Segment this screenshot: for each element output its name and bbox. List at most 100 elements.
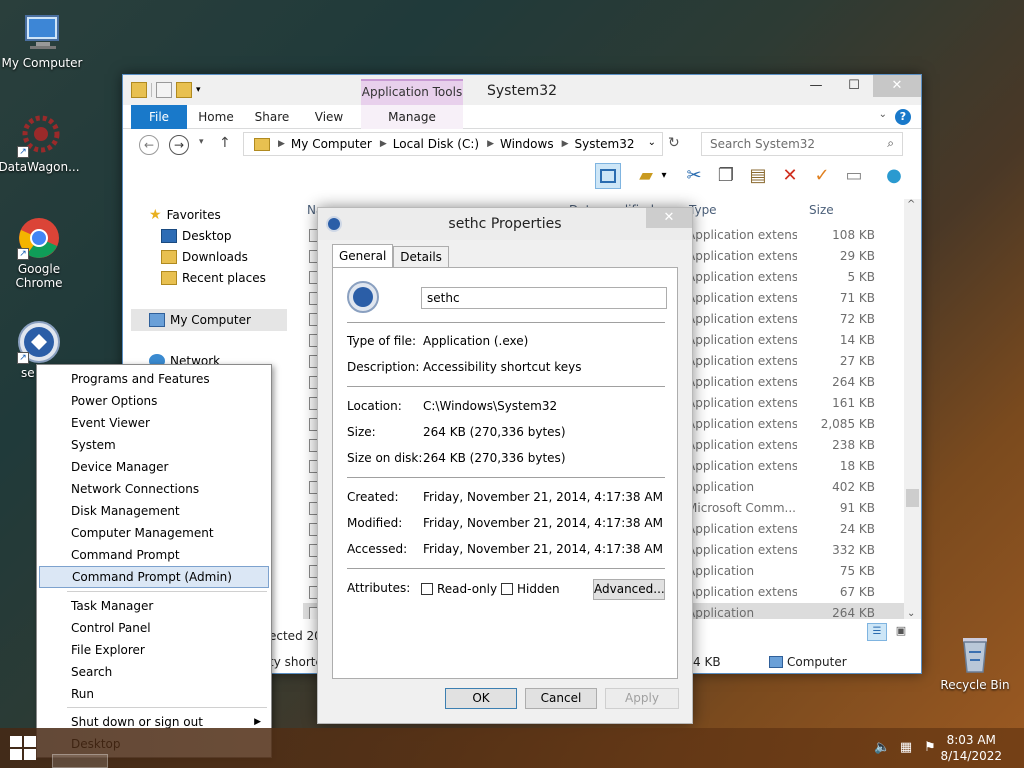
action-center-icon[interactable]: ⚑ xyxy=(922,740,938,756)
tab-manage[interactable]: Manage xyxy=(361,105,463,129)
desktop-icon-google-chrome[interactable]: ↗ Google Chrome xyxy=(0,216,81,290)
minimize-button[interactable]: — xyxy=(797,75,835,97)
paste-icon[interactable]: ▤ xyxy=(745,163,771,189)
menu-item-search[interactable]: Search xyxy=(39,661,269,683)
preview-pane-icon[interactable] xyxy=(595,163,621,189)
ribbon-expand-icon[interactable]: ⌄ xyxy=(879,109,887,120)
apply-button[interactable]: Apply xyxy=(605,688,679,709)
maximize-button[interactable]: ☐ xyxy=(835,75,873,97)
menu-item-event-viewer[interactable]: Event Viewer xyxy=(39,412,269,434)
cancel-button[interactable]: Cancel xyxy=(525,688,597,709)
nav-desktop[interactable]: Desktop xyxy=(161,226,232,246)
menu-item-programs-and-features[interactable]: Programs and Features xyxy=(39,368,269,390)
desktop-icon-recycle-bin[interactable]: Recycle Bin xyxy=(933,632,1017,692)
advanced-button[interactable]: Advanced... xyxy=(593,579,665,600)
nav-downloads[interactable]: Downloads xyxy=(161,247,248,267)
folder-check-icon[interactable]: ▰ xyxy=(633,163,659,189)
help-icon[interactable]: ? xyxy=(895,109,911,125)
menu-item-run[interactable]: Run xyxy=(39,683,269,705)
file-name-input[interactable]: sethc xyxy=(421,287,667,309)
close-button[interactable]: ✕ xyxy=(873,75,921,97)
details-view-icon[interactable]: ☰ xyxy=(867,623,887,641)
checkmark-icon[interactable]: ✓ xyxy=(809,163,835,189)
attributes-label: Attributes: xyxy=(347,581,411,595)
globe-icon[interactable]: ● xyxy=(881,163,907,189)
tab-file[interactable]: File xyxy=(131,105,187,129)
menu-item-network-connections[interactable]: Network Connections xyxy=(39,478,269,500)
scroll-down-icon[interactable]: ⌄ xyxy=(907,608,915,619)
nav-favorites[interactable]: ★ Favorites xyxy=(149,205,221,225)
readonly-checkbox[interactable] xyxy=(421,583,433,595)
row-size: 161 KB xyxy=(832,396,875,410)
tab-general[interactable]: General xyxy=(332,244,394,267)
tab-share[interactable]: Share xyxy=(249,105,295,129)
chevron-down-icon[interactable]: ▾ xyxy=(657,163,671,189)
breadcrumb-windows[interactable]: Windows xyxy=(500,137,554,151)
tab-home[interactable]: Home xyxy=(193,105,239,129)
network-icon[interactable]: ▦ xyxy=(898,740,914,756)
nav-recent-places[interactable]: Recent places xyxy=(161,268,266,288)
menu-item-computer-management[interactable]: Computer Management xyxy=(39,522,269,544)
dialog-close-button[interactable]: ✕ xyxy=(646,208,692,228)
tab-details[interactable]: Details xyxy=(393,246,449,267)
system-clock[interactable]: 8:03 AM 8/14/2022 xyxy=(940,732,1002,764)
rename-icon[interactable]: ▭ xyxy=(841,163,867,189)
status-size: 4 KB xyxy=(693,655,721,669)
column-header-type[interactable]: Type xyxy=(689,203,717,217)
menu-item-system[interactable]: System xyxy=(39,434,269,456)
desktop-icon-datawagon[interactable]: ↗ DataWagon... xyxy=(0,114,81,174)
explorer-titlebar[interactable]: ▾ Application Tools System32 — ☐ ✕ xyxy=(123,75,921,105)
file-list-scrollbar[interactable]: ^ ⌄ xyxy=(904,199,921,619)
row-size: 18 KB xyxy=(839,459,875,473)
menu-item-file-explorer[interactable]: File Explorer xyxy=(39,639,269,661)
address-dropdown-icon[interactable]: ⌄ xyxy=(648,137,656,148)
address-bar-row: ← → ▾ ↑ ▶ My Computer ▶ Local Disk (C:) … xyxy=(123,129,921,159)
row-size: 27 KB xyxy=(839,354,875,368)
menu-item-command-prompt[interactable]: Command Prompt xyxy=(39,544,269,566)
accessibility-icon: ↗ xyxy=(17,320,61,364)
menu-item-command-prompt-admin[interactable]: Command Prompt (Admin) xyxy=(39,566,269,588)
hidden-checkbox[interactable] xyxy=(501,583,513,595)
row-size: 71 KB xyxy=(839,291,875,305)
delete-icon[interactable]: ✕ xyxy=(777,163,803,189)
menu-item-control-panel[interactable]: Control Panel xyxy=(39,617,269,639)
menu-item-task-manager[interactable]: Task Manager xyxy=(39,595,269,617)
volume-muted-icon[interactable]: 🔈 xyxy=(874,740,890,756)
forward-arrow-icon[interactable]: → xyxy=(169,135,189,155)
recent-locations-chevron-icon[interactable]: ▾ xyxy=(199,137,204,147)
copy-icon[interactable]: ❐ xyxy=(713,163,739,189)
up-arrow-icon[interactable]: ↑ xyxy=(219,135,231,151)
address-breadcrumb[interactable]: ▶ My Computer ▶ Local Disk (C:) ▶ Window… xyxy=(243,132,663,156)
breadcrumb-my-computer[interactable]: My Computer xyxy=(291,137,372,151)
ok-button[interactable]: OK xyxy=(445,688,517,709)
desktop-icon-my-computer[interactable]: My Computer xyxy=(0,10,84,70)
large-icons-view-icon[interactable]: ▣ xyxy=(891,623,911,641)
back-arrow-icon[interactable]: ← xyxy=(139,135,159,155)
row-size: 2,085 KB xyxy=(820,417,875,431)
nav-my-computer[interactable]: My Computer xyxy=(131,309,287,331)
column-header-size[interactable]: Size xyxy=(809,203,834,217)
scroll-up-icon[interactable]: ^ xyxy=(907,199,915,210)
search-input[interactable]: Search System32 ⌕ xyxy=(701,132,903,156)
refresh-icon[interactable]: ↻ xyxy=(668,135,680,151)
tab-view[interactable]: View xyxy=(307,105,351,129)
breadcrumb-local-disk[interactable]: Local Disk (C:) xyxy=(393,137,479,151)
menu-item-device-manager[interactable]: Device Manager xyxy=(39,456,269,478)
file-icon xyxy=(347,281,379,313)
row-type: Application xyxy=(687,480,755,494)
modified-value: Friday, November 21, 2014, 4:17:38 AM xyxy=(423,516,663,530)
chrome-icon: ↗ xyxy=(17,216,61,260)
dialog-titlebar[interactable]: sethc Properties ✕ xyxy=(318,208,692,240)
taskbar-explorer-item[interactable] xyxy=(52,754,108,768)
breadcrumb-separator-icon: ▶ xyxy=(278,139,285,149)
cut-icon[interactable]: ✂ xyxy=(681,163,707,189)
nav-favorites-label: Favorites xyxy=(166,208,221,222)
divider xyxy=(347,568,665,569)
nav-desktop-label: Desktop xyxy=(182,229,232,243)
menu-item-power-options[interactable]: Power Options xyxy=(39,390,269,412)
accessed-label: Accessed: xyxy=(347,542,408,556)
menu-item-disk-management[interactable]: Disk Management xyxy=(39,500,269,522)
start-button-windows-icon[interactable] xyxy=(10,736,36,760)
scrollbar-thumb[interactable] xyxy=(906,489,919,507)
breadcrumb-system32[interactable]: System32 xyxy=(575,137,635,151)
